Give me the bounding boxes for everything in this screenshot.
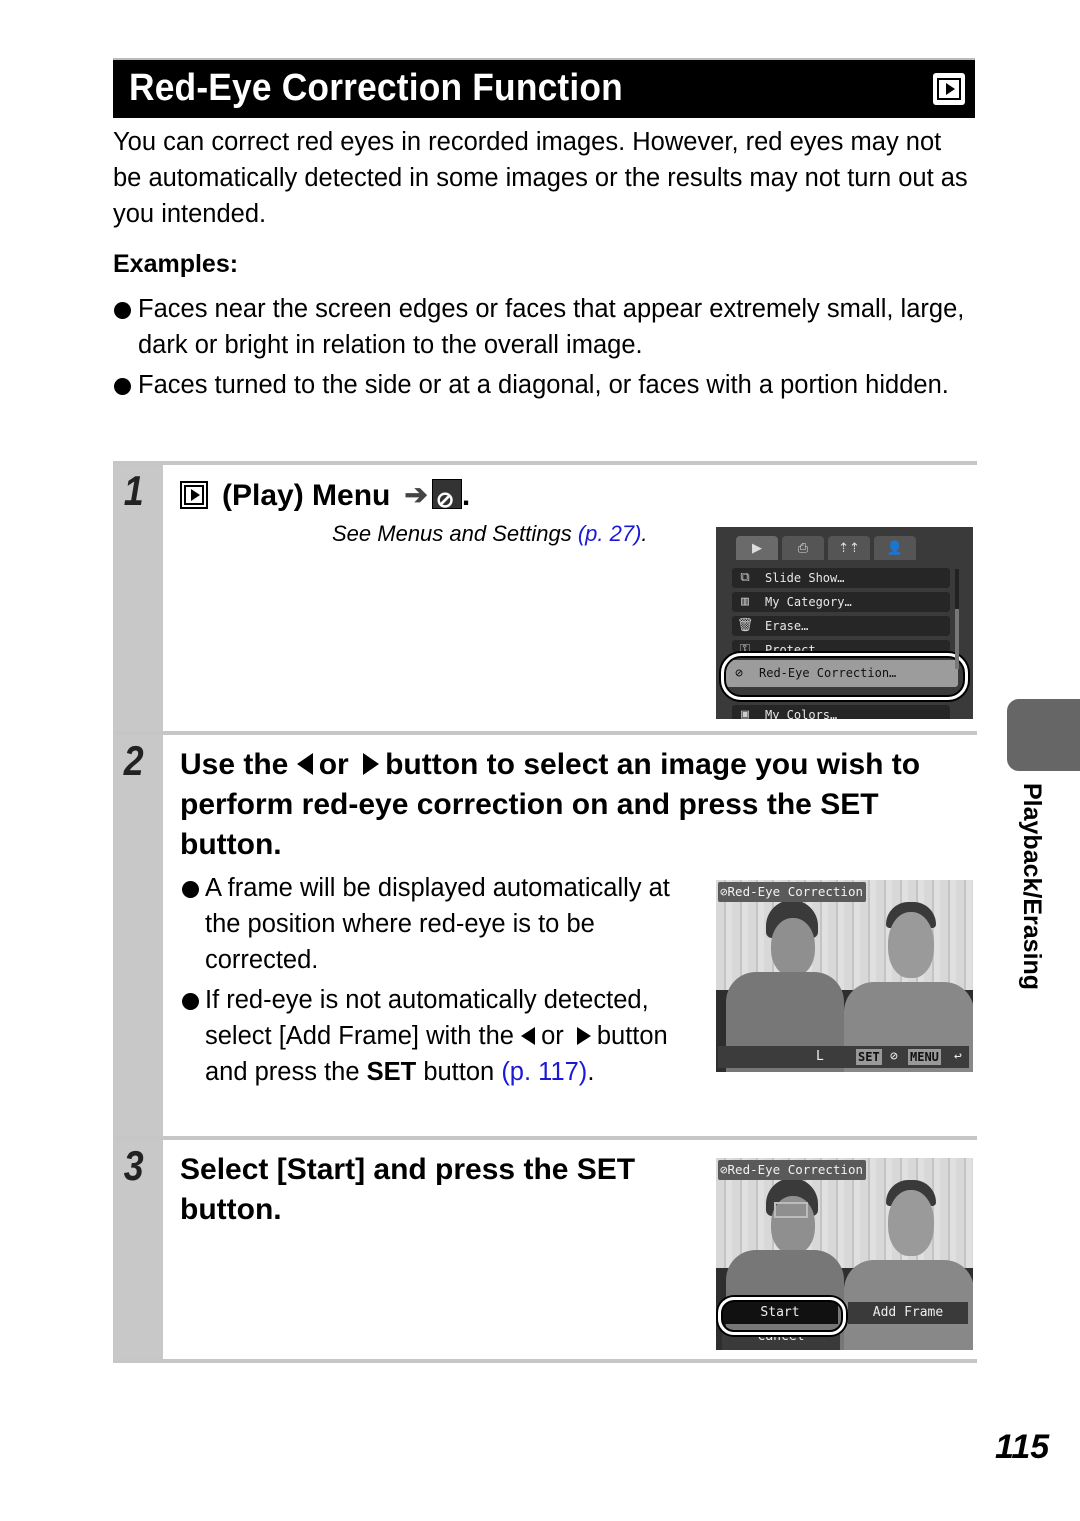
examples-heading: Examples:	[113, 250, 239, 278]
left-arrow-icon	[296, 753, 313, 775]
examples-list: Faces near the screen edges or faces tha…	[113, 291, 973, 407]
red-eye-icon: ⊘	[890, 1049, 898, 1064]
step-title: Use the or button to select an image you…	[180, 748, 921, 861]
bullet-icon	[182, 881, 199, 898]
bullet-icon	[114, 302, 131, 319]
return-icon: ↩	[954, 1049, 962, 1064]
menu-item-my-colors: ▣ My Colors…	[732, 705, 950, 719]
right-arrow-icon	[576, 1027, 591, 1045]
screen-status-bar: L SET ⊘ MENU ↩	[718, 1046, 969, 1068]
my-colors-icon: ▣	[741, 707, 749, 719]
tab-print: ⎙	[782, 536, 824, 560]
play-menu-icon	[180, 481, 208, 509]
chapter-tab	[1007, 699, 1080, 771]
category-icon: ▥	[741, 594, 749, 609]
highlight-ring	[718, 1297, 846, 1335]
step-gutter	[113, 735, 163, 1139]
menu-item-protect: ⚿ Protect…	[732, 640, 950, 652]
red-eye-start-screenshot: ⊘Red-Eye Correction Start Add Frame Canc…	[716, 1158, 973, 1350]
right-arrow-icon	[363, 753, 380, 775]
screen-label: ⊘Red-Eye Correction	[718, 882, 866, 902]
set-button-label: SET	[856, 1049, 882, 1065]
tab-settings: ⇡⇡	[828, 536, 870, 560]
step-title: Select [Start] and press the SET button.	[180, 1153, 636, 1226]
protect-icon: ⚿	[740, 642, 750, 652]
menu-button-label: MENU	[908, 1049, 941, 1065]
menu-item-slide-show: ⧉ Slide Show…	[732, 568, 950, 588]
add-frame-option: Add Frame	[848, 1302, 968, 1324]
tab-my-camera: 👤	[874, 536, 916, 560]
menu-item-my-category: ▥ My Category…	[732, 592, 950, 612]
page-link-117[interactable]: (p. 117)	[501, 1058, 587, 1086]
see-menus-note: See Menus and Settings (p. 27).	[332, 521, 648, 546]
example-item: Faces turned to the side or at a diagona…	[113, 367, 973, 403]
section-title-bar: Red-Eye Correction Function	[113, 60, 975, 118]
section-divider	[113, 1359, 977, 1363]
image-size-indicator: L	[816, 1049, 824, 1064]
note-item: A frame will be displayed automatically …	[181, 870, 701, 978]
step-number: 1	[123, 467, 144, 514]
camera-menu-screenshot: ▶ ⎙ ⇡⇡ 👤 ⧉ Slide Show… ▥ My Category… 🗑 …	[716, 527, 973, 719]
menu-scrollbar	[955, 569, 959, 669]
page-number: 115	[995, 1428, 1050, 1466]
step-number: 2	[123, 737, 144, 784]
page-link-27[interactable]: (p. 27)	[578, 521, 642, 546]
erase-icon: 🗑	[736, 618, 754, 633]
red-eye-preview-screenshot: ⊘Red-Eye Correction L SET ⊘ MENU ↩	[716, 880, 973, 1072]
step-title: (Play) Menu ➔ ⊘.	[180, 475, 470, 516]
note-item: If red-eye is not automatically detected…	[181, 982, 701, 1090]
chapter-label: Playback/Erasing	[1018, 783, 1046, 991]
screen-label: ⊘Red-Eye Correction	[718, 1160, 866, 1180]
bullet-icon	[114, 378, 131, 395]
red-eye-correction-icon: ⊘	[431, 479, 462, 512]
left-arrow-icon	[521, 1027, 536, 1045]
example-item: Faces near the screen edges or faces tha…	[113, 291, 973, 363]
intro-paragraph: You can correct red eyes in recorded ima…	[113, 128, 968, 228]
step-number: 3	[123, 1142, 144, 1189]
tab-play: ▶	[736, 536, 778, 560]
page-title: Red-Eye Correction Function	[129, 67, 623, 109]
slideshow-icon: ⧉	[740, 570, 750, 585]
arrow-right-icon: ➔	[404, 479, 428, 510]
red-eye-frame	[774, 1202, 808, 1218]
play-mode-icon	[933, 73, 965, 105]
menu-item-erase: 🗑 Erase…	[732, 616, 950, 636]
highlight-ring	[721, 653, 968, 700]
bullet-icon	[182, 993, 199, 1010]
step-2-notes: A frame will be displayed automatically …	[181, 870, 701, 1094]
